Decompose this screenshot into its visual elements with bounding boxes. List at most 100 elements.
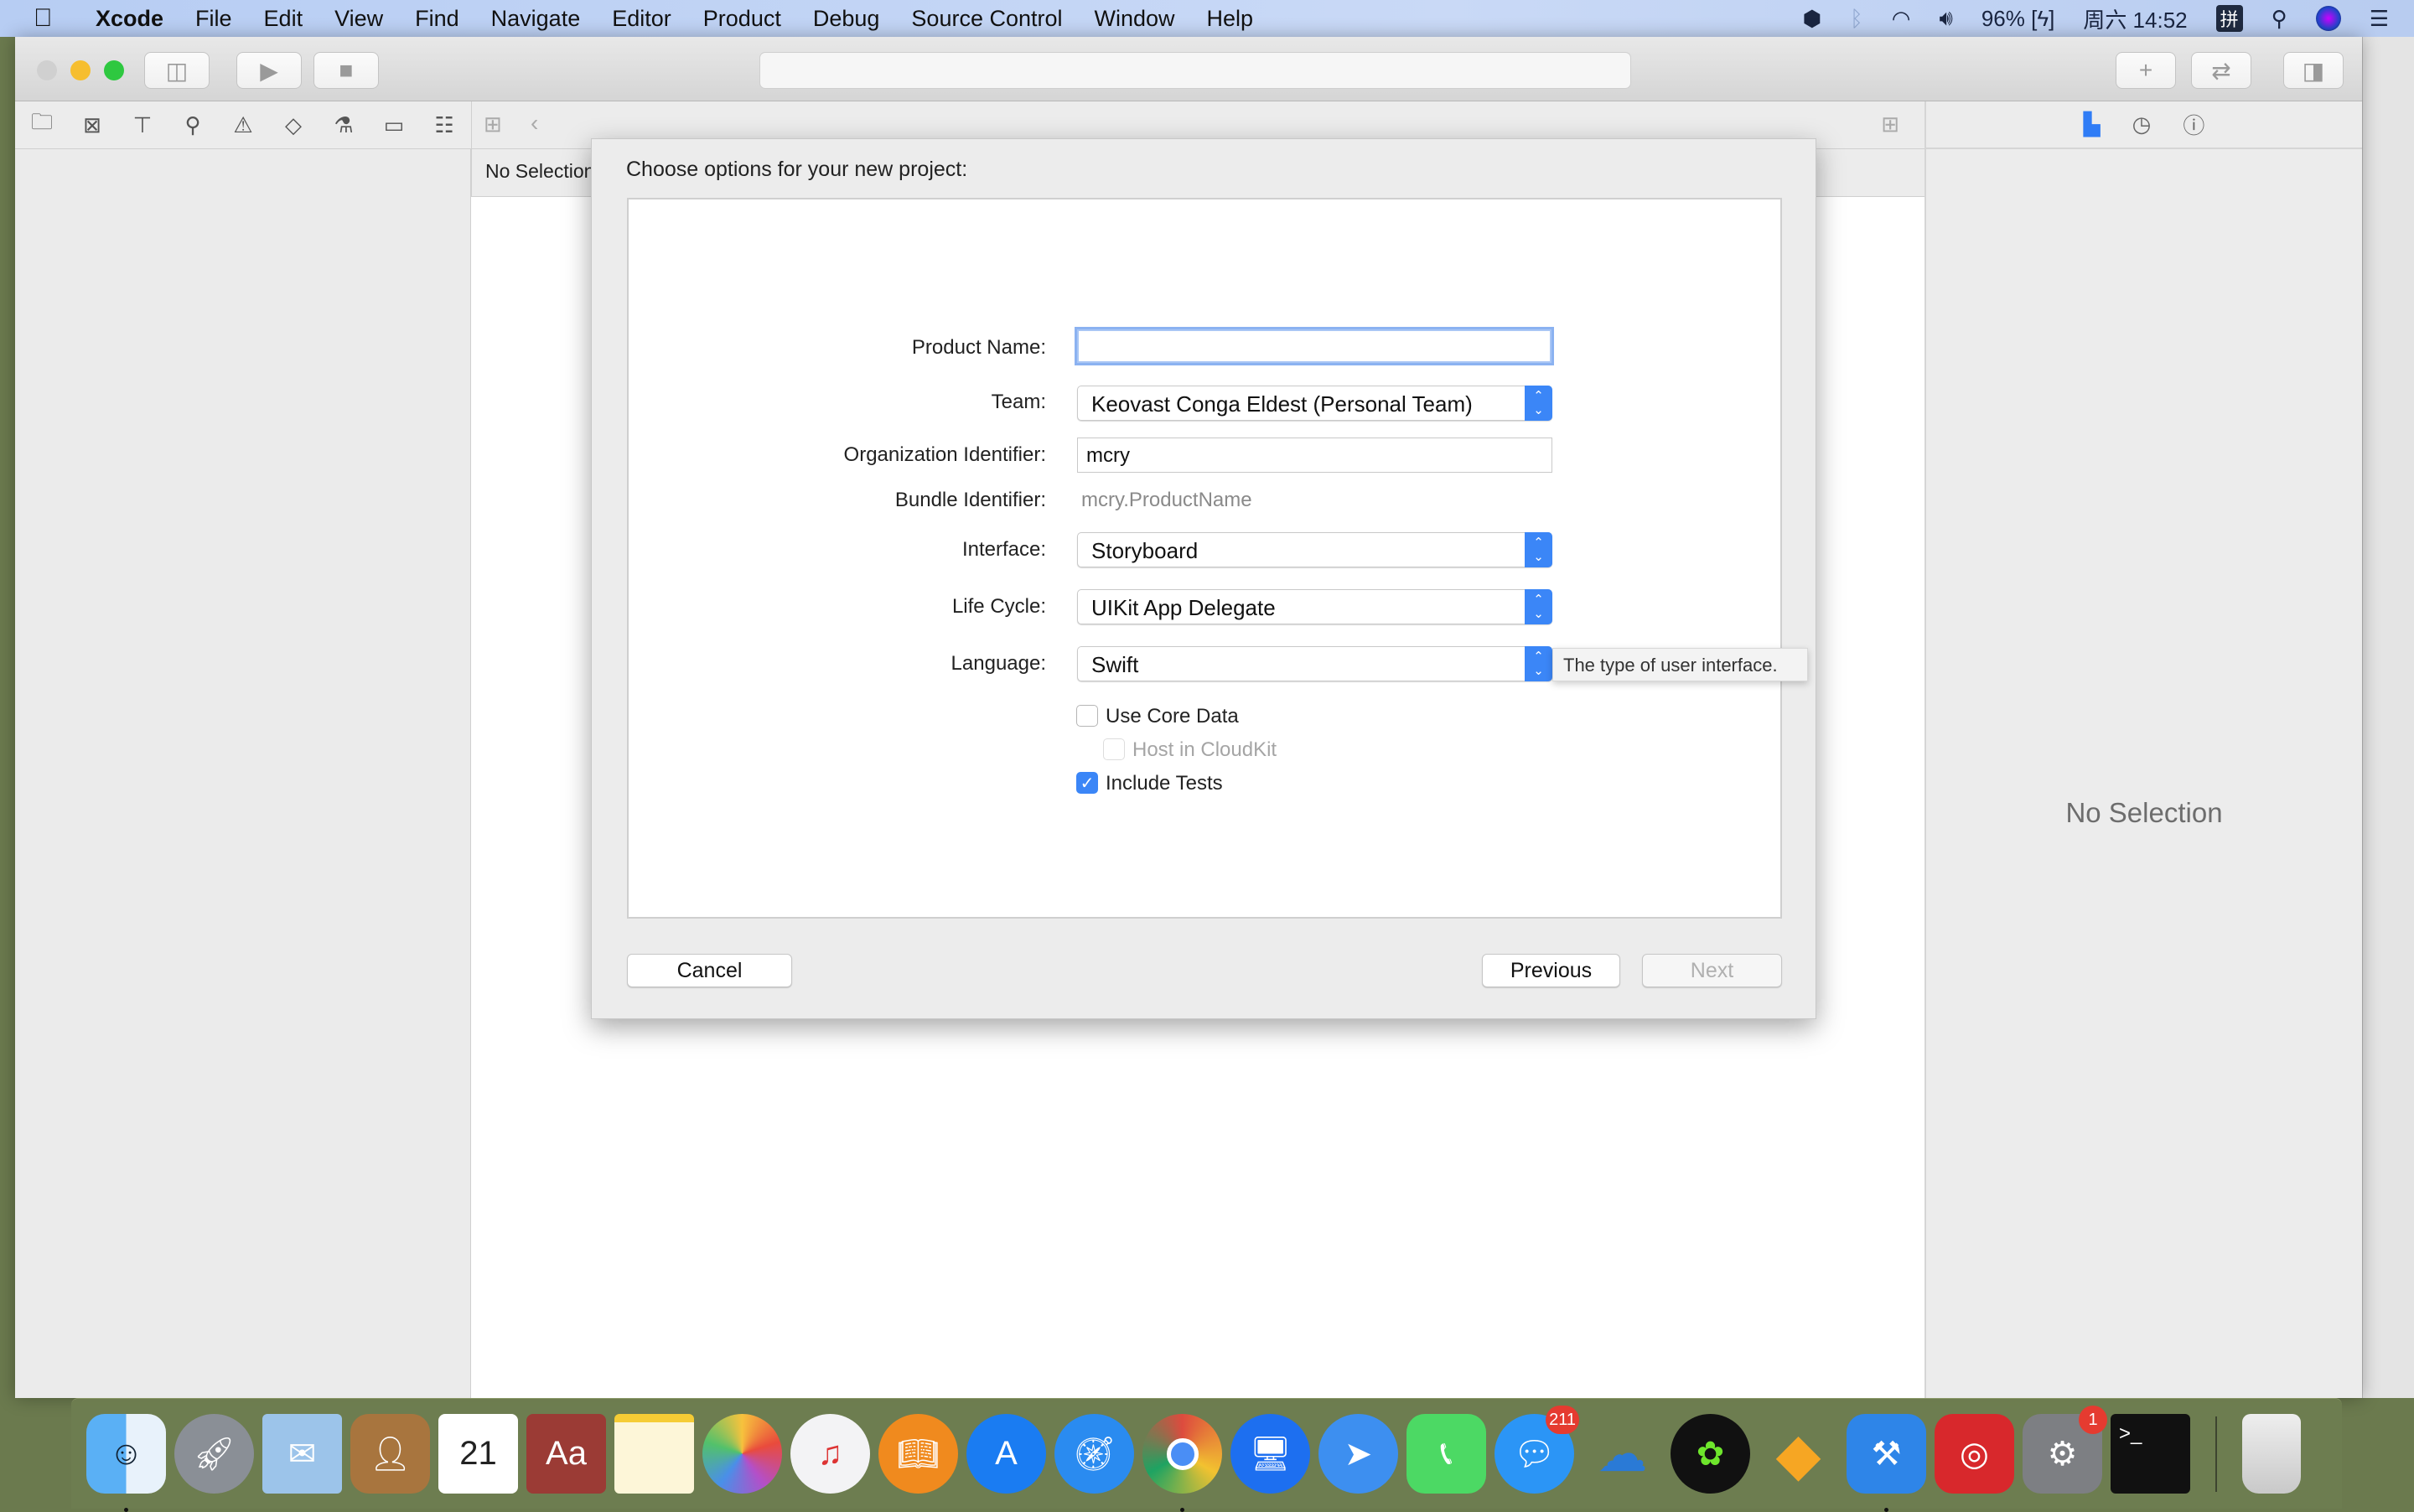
menu-edit[interactable]: Edit bbox=[264, 6, 303, 32]
navigator-toggle-icon[interactable]: ◫ bbox=[144, 52, 210, 89]
dock-separator bbox=[2215, 1416, 2217, 1492]
trash-icon[interactable] bbox=[2242, 1414, 2301, 1494]
menu-bar:  Xcode File Edit View Find Navigate Edi… bbox=[0, 0, 2414, 37]
chrome-icon[interactable] bbox=[1142, 1414, 1222, 1512]
life-cycle-label: Life Cycle: bbox=[951, 595, 1046, 618]
menu-editor[interactable]: Editor bbox=[612, 6, 671, 32]
file-inspector-icon[interactable]: ▙ bbox=[2084, 111, 2101, 137]
launchpad-icon[interactable]: 🚀︎ bbox=[174, 1414, 254, 1494]
messages-icon[interactable]: 💬︎ 211 bbox=[1495, 1406, 1579, 1494]
use-core-data-checkbox[interactable] bbox=[1076, 705, 1098, 727]
back-chevron-icon[interactable]: ‹ bbox=[531, 110, 538, 137]
calendar-icon[interactable]: 21 bbox=[438, 1414, 518, 1494]
help-icon[interactable]: ⓘ bbox=[2183, 109, 2204, 140]
dingtalk-icon[interactable]: ➤ bbox=[1318, 1414, 1398, 1494]
zoom-button[interactable] bbox=[104, 60, 124, 80]
battery-percent: 96% bbox=[1981, 5, 2025, 31]
xcode-window: ◫ ▶ ■ + ⇄ ◨ 🗀 ⊠ ⊤ ⚲ ⚠ ◇ ⚗ ▭ ☷ ⊞ ‹ ⊞ No S… bbox=[15, 37, 2362, 1398]
toolbar: ◫ ▶ ■ + ⇄ ◨ bbox=[15, 37, 2362, 101]
org-id-input[interactable]: mcry bbox=[1077, 438, 1552, 473]
code-review-icon[interactable]: ⇄ bbox=[2191, 52, 2251, 89]
terminal-icon[interactable]: >_ bbox=[2111, 1414, 2190, 1494]
input-method[interactable]: 拼 bbox=[2215, 5, 2243, 32]
dictionary-icon[interactable]: Aa bbox=[526, 1414, 606, 1494]
navigator-selector: 🗀 ⊠ ⊤ ⚲ ⚠ ◇ ⚗ ▭ ☷ bbox=[15, 101, 471, 149]
bluetooth-icon[interactable]: ᛒ bbox=[1850, 6, 1863, 32]
bundle-id-value: mcry.ProductName bbox=[1081, 489, 1252, 511]
contacts-icon[interactable]: 👤︎ bbox=[350, 1414, 430, 1494]
wifi-icon[interactable]: ◠ bbox=[1892, 6, 1911, 32]
finder-icon[interactable]: ☺ bbox=[86, 1414, 166, 1512]
system-preferences-icon[interactable]: ⚙ 1 bbox=[2023, 1406, 2107, 1494]
minimize-button[interactable] bbox=[70, 60, 91, 80]
photos-icon[interactable] bbox=[702, 1414, 782, 1494]
menu-product[interactable]: Product bbox=[703, 6, 781, 32]
breakpoint-tag-icon[interactable]: ▭ bbox=[381, 112, 407, 138]
inspector-toggle-icon[interactable]: ◨ bbox=[2283, 52, 2344, 89]
menu-file[interactable]: File bbox=[195, 6, 232, 32]
host-in-cloudkit-checkbox[interactable] bbox=[1103, 738, 1125, 760]
product-name-input[interactable] bbox=[1075, 327, 1554, 365]
apple-menu-icon[interactable]:  bbox=[34, 4, 59, 33]
warning-icon[interactable]: ⚠ bbox=[230, 112, 256, 138]
popup-arrows-icon: ⌃ ⌄ bbox=[1525, 646, 1552, 681]
previous-button[interactable]: Previous bbox=[1482, 954, 1620, 987]
music-icon[interactable]: ♫ bbox=[790, 1414, 870, 1494]
mail-stamp-icon[interactable]: ✉ bbox=[262, 1414, 342, 1494]
interface-popup[interactable]: Storyboard ⌃ ⌄ bbox=[1077, 532, 1552, 567]
stop-icon[interactable]: ■ bbox=[313, 52, 379, 89]
menu-navigate[interactable]: Navigate bbox=[491, 6, 581, 32]
sketch-icon[interactable]: ◆ bbox=[1759, 1414, 1838, 1494]
folder-icon[interactable]: 🗀 bbox=[28, 106, 55, 143]
app-store-icon[interactable]: A bbox=[966, 1414, 1046, 1494]
test-diamond-icon[interactable]: ◇ bbox=[280, 112, 307, 138]
life-cycle-popup[interactable]: UIKit App Delegate ⌃ ⌄ bbox=[1077, 589, 1552, 624]
spotlight-icon[interactable]: ⚲ bbox=[2272, 6, 2287, 32]
notes-icon[interactable] bbox=[614, 1414, 694, 1494]
history-clock-icon[interactable]: ◷ bbox=[2132, 111, 2152, 137]
library-plus-icon[interactable]: + bbox=[2116, 52, 2176, 89]
team-popup[interactable]: Keovast Conga Eldest (Personal Team) ⌃ ⌄ bbox=[1077, 386, 1552, 421]
menu-debug[interactable]: Debug bbox=[813, 6, 880, 32]
related-items-icon[interactable]: ⊞ bbox=[484, 111, 502, 137]
siri-icon[interactable] bbox=[2315, 6, 2341, 31]
remote-desktop-icon[interactable]: 🖥︎ bbox=[1230, 1414, 1310, 1494]
cancel-button[interactable]: Cancel bbox=[627, 954, 792, 987]
source-control-icon[interactable]: ⊠ bbox=[79, 112, 106, 138]
menu-source-control[interactable]: Source Control bbox=[911, 6, 1062, 32]
notification-center-icon[interactable]: ☰ bbox=[2370, 6, 2389, 32]
facetime-icon[interactable]: 📞︎ bbox=[1406, 1414, 1486, 1494]
safari-icon[interactable]: 🧭︎ bbox=[1054, 1414, 1134, 1494]
volume-icon[interactable]: 🔊︎ bbox=[1939, 5, 1952, 32]
run-icon[interactable]: ▶ bbox=[236, 52, 302, 89]
hierarchy-icon[interactable]: ⊤ bbox=[129, 112, 156, 138]
search-icon[interactable]: ⚲ bbox=[179, 112, 206, 138]
menu-app[interactable]: Xcode bbox=[96, 6, 163, 32]
icq-flower-icon[interactable]: ✿ bbox=[1671, 1414, 1750, 1494]
inspector-empty-label: No Selection bbox=[2065, 797, 2223, 828]
debug-spray-icon[interactable]: ⚗ bbox=[330, 112, 357, 138]
language-popup[interactable]: Swift ⌃ ⌄ bbox=[1077, 646, 1552, 681]
include-tests-label: Include Tests bbox=[1106, 772, 1223, 795]
books-icon[interactable]: 📖︎ bbox=[878, 1414, 958, 1494]
menu-find[interactable]: Find bbox=[415, 6, 459, 32]
vpn-icon[interactable]: ⬢ bbox=[1802, 6, 1821, 32]
include-tests-checkbox[interactable]: ✓ bbox=[1076, 772, 1098, 794]
popup-arrows-icon: ⌃ ⌄ bbox=[1525, 532, 1552, 567]
netease-music-icon[interactable]: ◎ bbox=[1935, 1414, 2014, 1494]
next-button[interactable]: Next bbox=[1642, 954, 1782, 987]
menu-window[interactable]: Window bbox=[1095, 6, 1175, 32]
close-button[interactable] bbox=[37, 60, 57, 80]
xcode-icon[interactable]: ⚒ bbox=[1847, 1414, 1926, 1512]
activity-view bbox=[759, 52, 1631, 89]
clock[interactable]: 周六 14:52 bbox=[2083, 3, 2187, 34]
inspector-pane: ▙ ◷ ⓘ No Selection bbox=[1924, 101, 2362, 1398]
onedrive-icon[interactable]: ☁ bbox=[1583, 1414, 1662, 1494]
product-name-label: Product Name: bbox=[911, 336, 1046, 359]
report-icon[interactable]: ☷ bbox=[431, 112, 458, 138]
battery-icon[interactable]: [ϟ] bbox=[2031, 6, 2054, 31]
menu-help[interactable]: Help bbox=[1207, 6, 1254, 32]
add-editor-icon[interactable]: ⊞ bbox=[1881, 111, 1899, 137]
menu-view[interactable]: View bbox=[334, 6, 383, 32]
navigator-pane bbox=[15, 149, 471, 1398]
